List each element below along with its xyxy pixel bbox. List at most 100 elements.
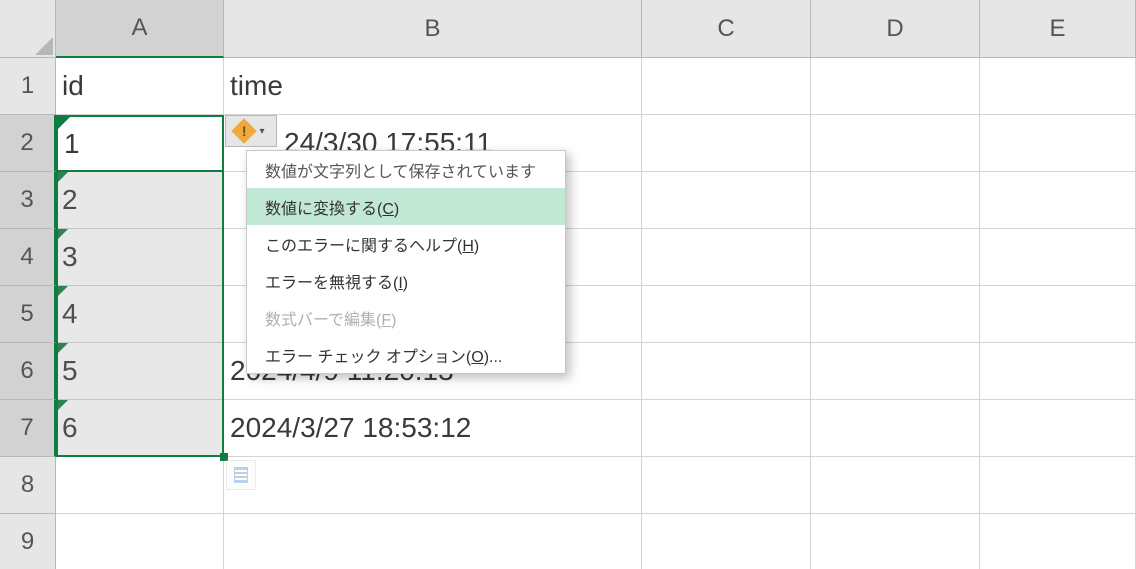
table-row: 2: [56, 172, 1136, 229]
cell-E4[interactable]: [980, 229, 1136, 286]
cell-value: 2: [62, 184, 78, 216]
menu-item-label: エラーを無視する(I): [265, 269, 408, 293]
text-as-number-indicator-icon: [56, 400, 68, 412]
cell-C4[interactable]: [642, 229, 811, 286]
cell-D9[interactable]: [811, 514, 980, 569]
text-as-number-indicator-icon: [56, 343, 68, 355]
select-all-corner[interactable]: [0, 0, 56, 58]
clipboard-icon: [234, 467, 248, 483]
text-as-number-indicator-icon: [56, 286, 68, 298]
text-as-number-indicator-icon: [56, 229, 68, 241]
cell-D5[interactable]: [811, 286, 980, 343]
cell-C2[interactable]: [642, 115, 811, 172]
menu-header: 数値が文字列として保存されています: [247, 151, 565, 188]
menu-item-convert-to-number[interactable]: 数値に変換する(C): [247, 188, 565, 225]
cell-B9[interactable]: [224, 514, 642, 569]
cell-E7[interactable]: [980, 400, 1136, 457]
cell-C8[interactable]: [642, 457, 811, 514]
cell-C7[interactable]: [642, 400, 811, 457]
menu-item-label: エラー チェック オプション(O)...: [265, 343, 502, 367]
menu-item-edit-in-formula-bar: 数式バーで編集(F): [247, 299, 565, 336]
col-header-E[interactable]: E: [980, 0, 1136, 58]
error-context-menu: 数値が文字列として保存されています 数値に変換する(C) このエラーに関するヘル…: [246, 150, 566, 374]
menu-item-help-on-error[interactable]: このエラーに関するヘルプ(H): [247, 225, 565, 262]
cell-B1[interactable]: time: [224, 58, 642, 115]
cell-C9[interactable]: [642, 514, 811, 569]
row-header-9[interactable]: 9: [0, 514, 56, 569]
text-as-number-indicator-icon: [56, 115, 68, 127]
spreadsheet-grid: A B C D E 1 2 3 4 5 6 7 8 9 id time 1: [0, 0, 1136, 569]
cell-A9[interactable]: [56, 514, 224, 569]
error-smart-tag[interactable]: ! ▾: [225, 115, 277, 147]
cell-A3[interactable]: 2: [56, 172, 224, 229]
cell-E8[interactable]: [980, 457, 1136, 514]
select-all-triangle-icon: [35, 37, 53, 55]
cell-A1[interactable]: id: [56, 58, 224, 115]
row-header-7[interactable]: 7: [0, 400, 56, 457]
paste-options-button[interactable]: [226, 460, 256, 490]
cell-C6[interactable]: [642, 343, 811, 400]
cell-value: 2024/3/27 18:53:12: [230, 412, 471, 444]
chevron-down-icon: ▾: [257, 128, 267, 134]
column-headers: A B C D E: [56, 0, 1136, 58]
cell-D7[interactable]: [811, 400, 980, 457]
table-row: 4: [56, 286, 1136, 343]
cell-value: 6: [62, 412, 78, 444]
menu-item-label: このエラーに関するヘルプ(H): [265, 232, 479, 256]
cell-D6[interactable]: [811, 343, 980, 400]
cell-D8[interactable]: [811, 457, 980, 514]
row-header-4[interactable]: 4: [0, 229, 56, 286]
cell-value: 5: [62, 355, 78, 387]
cell-area: id time 1 24/3/30 17:55:11 2: [56, 58, 1136, 569]
cell-E9[interactable]: [980, 514, 1136, 569]
cell-value: 3: [62, 241, 78, 273]
table-row: 1 24/3/30 17:55:11: [56, 115, 1136, 172]
cell-value: 4: [62, 298, 78, 330]
table-row: [56, 457, 1136, 514]
menu-item-label: 数値に変換する(C): [265, 195, 399, 219]
cell-A5[interactable]: 4: [56, 286, 224, 343]
row-headers: 1 2 3 4 5 6 7 8 9: [0, 58, 56, 569]
cell-value: 1: [62, 127, 78, 159]
col-header-B[interactable]: B: [224, 0, 642, 58]
cell-A8[interactable]: [56, 457, 224, 514]
cell-E2[interactable]: [980, 115, 1136, 172]
table-row: 6 2024/3/27 18:53:12: [56, 400, 1136, 457]
cell-D2[interactable]: [811, 115, 980, 172]
cell-C5[interactable]: [642, 286, 811, 343]
row-header-3[interactable]: 3: [0, 172, 56, 229]
cell-C3[interactable]: [642, 172, 811, 229]
menu-item-error-check-options[interactable]: エラー チェック オプション(O)...: [247, 336, 565, 373]
cell-E5[interactable]: [980, 286, 1136, 343]
table-row: 5 2024/4/9 11:20:13: [56, 343, 1136, 400]
cell-A6[interactable]: 5: [56, 343, 224, 400]
table-row: id time: [56, 58, 1136, 115]
cell-B7[interactable]: 2024/3/27 18:53:12: [224, 400, 642, 457]
cell-A2[interactable]: 1: [56, 115, 224, 172]
cell-D3[interactable]: [811, 172, 980, 229]
row-header-5[interactable]: 5: [0, 286, 56, 343]
cell-C1[interactable]: [642, 58, 811, 115]
col-header-D[interactable]: D: [811, 0, 980, 58]
row-header-6[interactable]: 6: [0, 343, 56, 400]
cell-E1[interactable]: [980, 58, 1136, 115]
cell-B8[interactable]: [224, 457, 642, 514]
exclaim-icon: !: [242, 123, 247, 139]
row-header-8[interactable]: 8: [0, 457, 56, 514]
cell-E3[interactable]: [980, 172, 1136, 229]
cell-A7[interactable]: 6: [56, 400, 224, 457]
table-row: 3: [56, 229, 1136, 286]
text-as-number-indicator-icon: [56, 172, 68, 184]
warning-diamond-icon: !: [231, 118, 256, 143]
menu-item-label: 数式バーで編集(F): [265, 306, 396, 330]
menu-item-ignore-error[interactable]: エラーを無視する(I): [247, 262, 565, 299]
cell-D1[interactable]: [811, 58, 980, 115]
row-header-2[interactable]: 2: [0, 115, 56, 172]
row-header-1[interactable]: 1: [0, 58, 56, 115]
col-header-C[interactable]: C: [642, 0, 811, 58]
table-row: [56, 514, 1136, 569]
col-header-A[interactable]: A: [56, 0, 224, 58]
cell-A4[interactable]: 3: [56, 229, 224, 286]
cell-D4[interactable]: [811, 229, 980, 286]
cell-E6[interactable]: [980, 343, 1136, 400]
